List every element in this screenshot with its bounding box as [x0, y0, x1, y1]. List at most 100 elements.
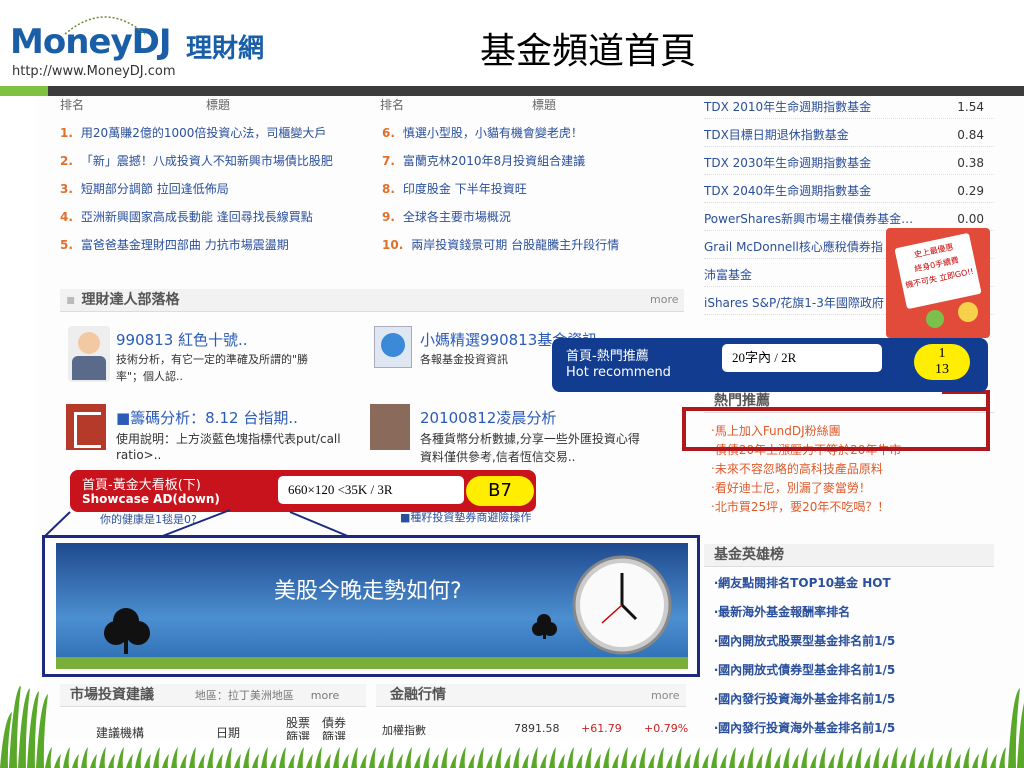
blog-entry-desc-2: ratio>.. [116, 448, 162, 462]
list-item[interactable]: 10. 兩岸投資錢景可期 台股龍騰主升段行情 [382, 236, 619, 253]
list-item[interactable]: 8. 印度股金 下半年投資旺 [382, 180, 527, 197]
rank-number: 4. [60, 210, 73, 224]
list-item[interactable]: 3. 短期部分調節 拉回逢低佈局 [60, 180, 229, 197]
rank-number: 5. [60, 238, 73, 252]
rank-number: 7. [382, 154, 395, 168]
callout-spec: 20字內 / 2R [722, 344, 882, 372]
blog-entry-desc: 技術分析，有它一定的準確及所謂的"勝 [116, 353, 309, 366]
side-ad-card: 史上最優惠 終身0手續費 機不可失 立即GO!! [894, 232, 982, 310]
showcase-banner[interactable]: 美股今晚走勢如何? [56, 543, 688, 669]
hot-item[interactable]: ‧看好迪士尼，別漏了麥當勞！ [711, 479, 871, 496]
bullet-icon: ▪ [66, 292, 76, 308]
blog-entry-title[interactable]: 990813 紅色十號.. [116, 329, 248, 350]
fund-name[interactable]: TDX 2040年生命週期指數基金 [704, 184, 871, 198]
blog-section-header: ▪ 理財達人部落格 [60, 289, 684, 312]
fund-name[interactable]: 沛富基金 [704, 268, 752, 282]
blog-small-link[interactable]: 你的健康是1毯是0? [100, 511, 197, 527]
avatar-face-icon [78, 332, 100, 354]
logo-arc-icon [64, 16, 146, 35]
callout-code: 1 13 [914, 344, 970, 380]
rank-number: 8. [382, 182, 395, 196]
fund-value: 0.00 [957, 212, 984, 226]
fund-value: 0.29 [957, 184, 984, 198]
fund-name[interactable]: TDX目標日期退休指數基金 [704, 128, 849, 142]
hero-item[interactable]: ‧網友點閱排名TOP10基金 HOT [714, 574, 891, 591]
side-ad[interactable]: 史上最優惠 終身0手續費 機不可失 立即GO!! [886, 228, 990, 338]
doraemon-face-icon [381, 333, 405, 357]
slide-header: MoneyDJ 理財網 http://www.MoneyDJ.com 基金頻道首… [0, 0, 1024, 100]
heroes-section-title: 基金英雄榜 [714, 547, 784, 563]
article-link[interactable]: 富蘭克林2010年8月投資組合建議 [403, 154, 585, 168]
rank-number: 3. [60, 182, 73, 196]
list-header-title-2: 標題 [532, 98, 557, 112]
grass-decoration [0, 686, 1024, 768]
list-item[interactable]: 9. 全球各主要市場概況 [382, 208, 511, 225]
fund-value: 0.38 [957, 156, 984, 170]
fund-name[interactable]: iShares S&P/花旗1-3年國際政府 [704, 296, 884, 310]
blog-entry-title[interactable]: 20100812凌晨分析 [420, 407, 556, 428]
rank-number: 1. [60, 126, 73, 140]
list-item[interactable]: 4. 亞洲新興國家高成長動能 逢回尋找長線買點 [60, 208, 313, 225]
hero-item[interactable]: ‧國內開放式股票型基金排名前1/5 [714, 632, 895, 649]
fund-row[interactable]: TDX 2040年生命週期指數基金 0.29 [704, 180, 994, 203]
list-item[interactable]: 6. 慎選小型股，小貓有機會變老虎！ [382, 124, 583, 141]
hero-item[interactable]: ‧國內開放式債券型基金排名前1/5 [714, 661, 895, 678]
article-link[interactable]: 短期部分調節 拉回逢低佈局 [81, 182, 229, 196]
article-link[interactable]: 「新」震撼！八成投資人不知新興市場債比股肥 [81, 154, 333, 168]
avatar [68, 326, 110, 382]
article-link[interactable]: 慎選小型股，小貓有機會變老虎！ [403, 126, 583, 140]
fund-value: 0.84 [957, 128, 984, 142]
callout-spec: 660×120 <35K / 3R [278, 476, 464, 504]
heroes-section-header: 基金英雄榜 [704, 544, 994, 567]
rank-number: 2. [60, 154, 73, 168]
fund-row[interactable]: TDX目標日期退休指數基金 0.84 [704, 124, 994, 147]
article-link[interactable]: 兩岸投資錢景可期 台股龍騰主升段行情 [411, 238, 619, 252]
callout-label-cn: 首頁-熱門推薦 [566, 349, 649, 364]
callout-label-cn: 首頁-黃金大看板(下) [82, 478, 201, 493]
hot-item[interactable]: ‧未來不容忽略的高科技產品原料 [711, 460, 883, 477]
hot-highlight-connector [942, 390, 990, 450]
rank-number: 6. [382, 126, 395, 140]
fund-name[interactable]: PowerShares新興市場主權債券基金… [704, 212, 913, 226]
article-link[interactable]: 用20萬賺2億的1000倍投資心法，司櫃變大戶 [81, 126, 326, 140]
chip-analysis-icon [66, 404, 106, 450]
hero-item[interactable]: ‧最新海外基金報酬率排名 [714, 603, 850, 620]
fund-value: 1.54 [957, 100, 984, 114]
list-item[interactable]: 2. 「新」震撼！八成投資人不知新興市場債比股肥 [60, 152, 333, 169]
analyst-photo [370, 404, 410, 450]
list-header-rank-2: 排名 [380, 98, 405, 112]
logo-chinese: 理財網 [186, 34, 265, 64]
blog-entry-title[interactable]: ■籌碼分析：8.12 台指期.. [116, 407, 298, 428]
callout-label-en: Hot recommend [566, 365, 671, 380]
article-link[interactable]: 印度股金 下半年投資旺 [403, 182, 527, 196]
fund-name[interactable]: TDX 2030年生命週期指數基金 [704, 156, 871, 170]
list-header-title: 標題 [206, 98, 231, 112]
fund-name[interactable]: TDX 2010年生命週期指數基金 [704, 100, 871, 114]
coin-icon [958, 302, 978, 322]
doraemon-icon [374, 326, 412, 368]
logo-url: http://www.MoneyDJ.com [12, 64, 176, 79]
hot-item[interactable]: ‧北市買25坪，要20年不吃喝？！ [711, 498, 889, 515]
article-link[interactable]: 全球各主要市場概況 [403, 210, 511, 224]
fund-name[interactable]: Grail McDonnell核心應稅債券指 [704, 240, 883, 254]
callout-code-prefix: 1 [938, 346, 946, 361]
article-link[interactable]: 亞洲新興國家高成長動能 逢回尋找長線買點 [81, 210, 313, 224]
header-accent [0, 86, 48, 96]
blog-more-link[interactable]: more [650, 293, 679, 306]
fund-row[interactable]: TDX 2010年生命週期指數基金 1.54 [704, 96, 994, 119]
coin-icon-2 [926, 310, 944, 328]
fund-row[interactable]: TDX 2030年生命週期指數基金 0.38 [704, 152, 994, 175]
callout-label-en: Showcase AD(down) [82, 492, 220, 506]
header-divider [0, 86, 1024, 96]
callout-code: B7 [466, 476, 534, 506]
slide-title: 基金頻道首頁 [480, 31, 697, 72]
list-item[interactable]: 5. 富爸爸基金理財四部曲 力抗市場震盪期 [60, 236, 289, 253]
list-item[interactable]: 7. 富蘭克林2010年8月投資組合建議 [382, 152, 585, 169]
rank-number: 10. [382, 238, 404, 252]
list-item[interactable]: 1. 用20萬賺2億的1000倍投資心法，司櫃變大戶 [60, 124, 326, 141]
blog-section-title: 理財達人部落格 [81, 292, 180, 308]
blog-entry-desc-2: 率"；個人認.. [116, 370, 184, 383]
list-header-rank: 排名 [60, 98, 85, 112]
article-link[interactable]: 富爸爸基金理財四部曲 力抗市場震盪期 [81, 238, 289, 252]
blog-entry-desc-2: 資料僅供參考,信者恆信交易.. [420, 450, 576, 464]
